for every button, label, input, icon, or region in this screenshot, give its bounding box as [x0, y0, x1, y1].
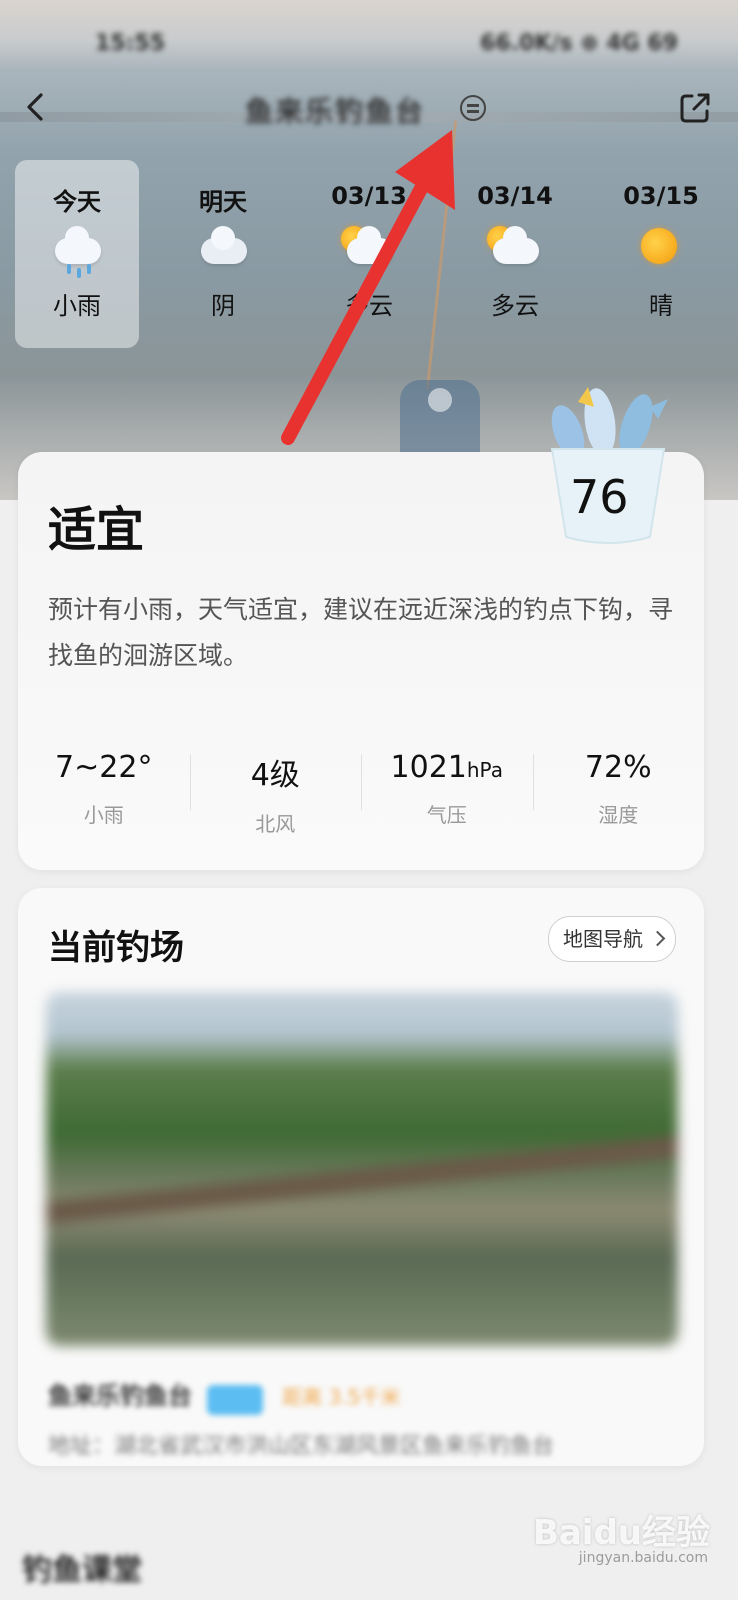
spot-address: 地址：湖北省武汉市洪山区东湖风景区鱼来乐钓鱼台 — [48, 1434, 555, 1459]
stat-label: 气压 — [426, 803, 467, 827]
switch-icon[interactable] — [460, 95, 486, 121]
spot-name-row: 鱼来乐钓鱼台 距离 3.5千米 — [48, 1376, 401, 1415]
stat-value: 4级 — [250, 758, 300, 793]
forecast-day-label: 今天 — [53, 188, 101, 216]
status-bar: 15:55 66.0K/s ⊕ 4G 69 — [95, 28, 678, 58]
forecast-day-tomorrow[interactable]: 明天 阴 — [161, 160, 285, 348]
spot-photo[interactable] — [46, 992, 678, 1346]
spot-name: 鱼来乐钓鱼台 — [48, 1382, 192, 1410]
forecast-condition: 小雨 — [53, 292, 101, 320]
forecast-day-label: 03/14 — [477, 182, 553, 210]
stat-humidity: 72% 湿度 — [532, 742, 705, 842]
stat-value: 72% — [584, 750, 652, 785]
sunny-icon — [633, 224, 689, 274]
section-title: 当前钓场 — [48, 928, 184, 968]
forecast-day-0314[interactable]: 03/14 多云 — [453, 160, 577, 348]
spot-badge — [207, 1384, 264, 1415]
chevron-left-icon[interactable] — [22, 92, 52, 122]
stat-label: 小雨 — [83, 803, 124, 827]
suitability-rating: 适宜 — [48, 502, 145, 558]
spot-distance: 距离 3.5千米 — [282, 1385, 401, 1409]
stat-wind: 4级 北风 — [189, 742, 362, 842]
forecast-condition: 多云 — [491, 292, 539, 320]
forecast-day-0313[interactable]: 03/13 多云 — [307, 160, 431, 348]
angler-head — [428, 388, 452, 412]
next-section-title: 钓鱼课堂 — [22, 1553, 142, 1588]
partly-cloudy-icon — [487, 224, 543, 274]
status-time: 15:55 — [95, 30, 166, 56]
forecast-day-0315[interactable]: 03/15 晴 — [599, 160, 723, 348]
forecast-condition: 晴 — [649, 292, 673, 320]
page-title[interactable]: 鱼来乐钓鱼台 — [245, 90, 425, 130]
forecast-day-today[interactable]: 今天 小雨 — [15, 160, 139, 348]
stat-value: 7~22° — [55, 750, 153, 785]
stat-temperature: 7~22° 小雨 — [18, 742, 190, 842]
watermark-url: jingyan.baidu.com — [578, 1550, 708, 1566]
stat-label: 北风 — [255, 812, 296, 836]
stat-value: 1021hPa — [390, 750, 503, 785]
stat-pressure: 1021hPa 气压 — [361, 742, 533, 842]
chevron-right-icon — [649, 930, 666, 947]
map-navigation-button[interactable]: 地图导航 — [548, 916, 676, 962]
top-nav: 鱼来乐钓鱼台 — [0, 80, 738, 136]
forecast-condition: 阴 — [211, 292, 235, 320]
forecast-day-label: 明天 — [199, 188, 247, 216]
forecast-condition: 多云 — [345, 292, 393, 320]
forecast-day-label: 03/15 — [623, 182, 699, 210]
map-navigation-label: 地图导航 — [563, 927, 643, 951]
partly-cloudy-icon — [341, 224, 397, 274]
share-icon[interactable] — [677, 90, 713, 126]
fishing-score: 76 — [570, 470, 629, 524]
fishing-suggestion: 预计有小雨，天气适宜，建议在远近深浅的钓点下钩，寻找鱼的洄游区域。 — [48, 595, 674, 670]
weather-stats: 7~22° 小雨 4级 北风 1021hPa 气压 72% 湿度 — [18, 742, 704, 842]
light-rain-icon — [49, 224, 105, 278]
fishing-index-card: 适宜 76 预计有小雨，天气适宜，建议在远近深浅的钓点下钩，寻找鱼的洄游区域。 … — [18, 387, 704, 870]
forecast-day-label: 03/13 — [331, 182, 407, 210]
fish-bucket-icon — [550, 387, 668, 544]
stat-label: 湿度 — [598, 803, 639, 827]
current-spot-card: 当前钓场 地图导航 鱼来乐钓鱼台 距离 3.5千米 地址：湖北省武汉市洪山区东湖… — [18, 888, 704, 1466]
forecast-strip: 今天 小雨 明天 阴 03/13 多云 03/14 多云 03/15 晴 — [15, 160, 723, 350]
watermark-logo: Baidu经验 — [532, 1513, 710, 1553]
overcast-icon — [195, 224, 251, 274]
status-right: 66.0K/s ⊕ 4G 69 — [480, 30, 678, 56]
